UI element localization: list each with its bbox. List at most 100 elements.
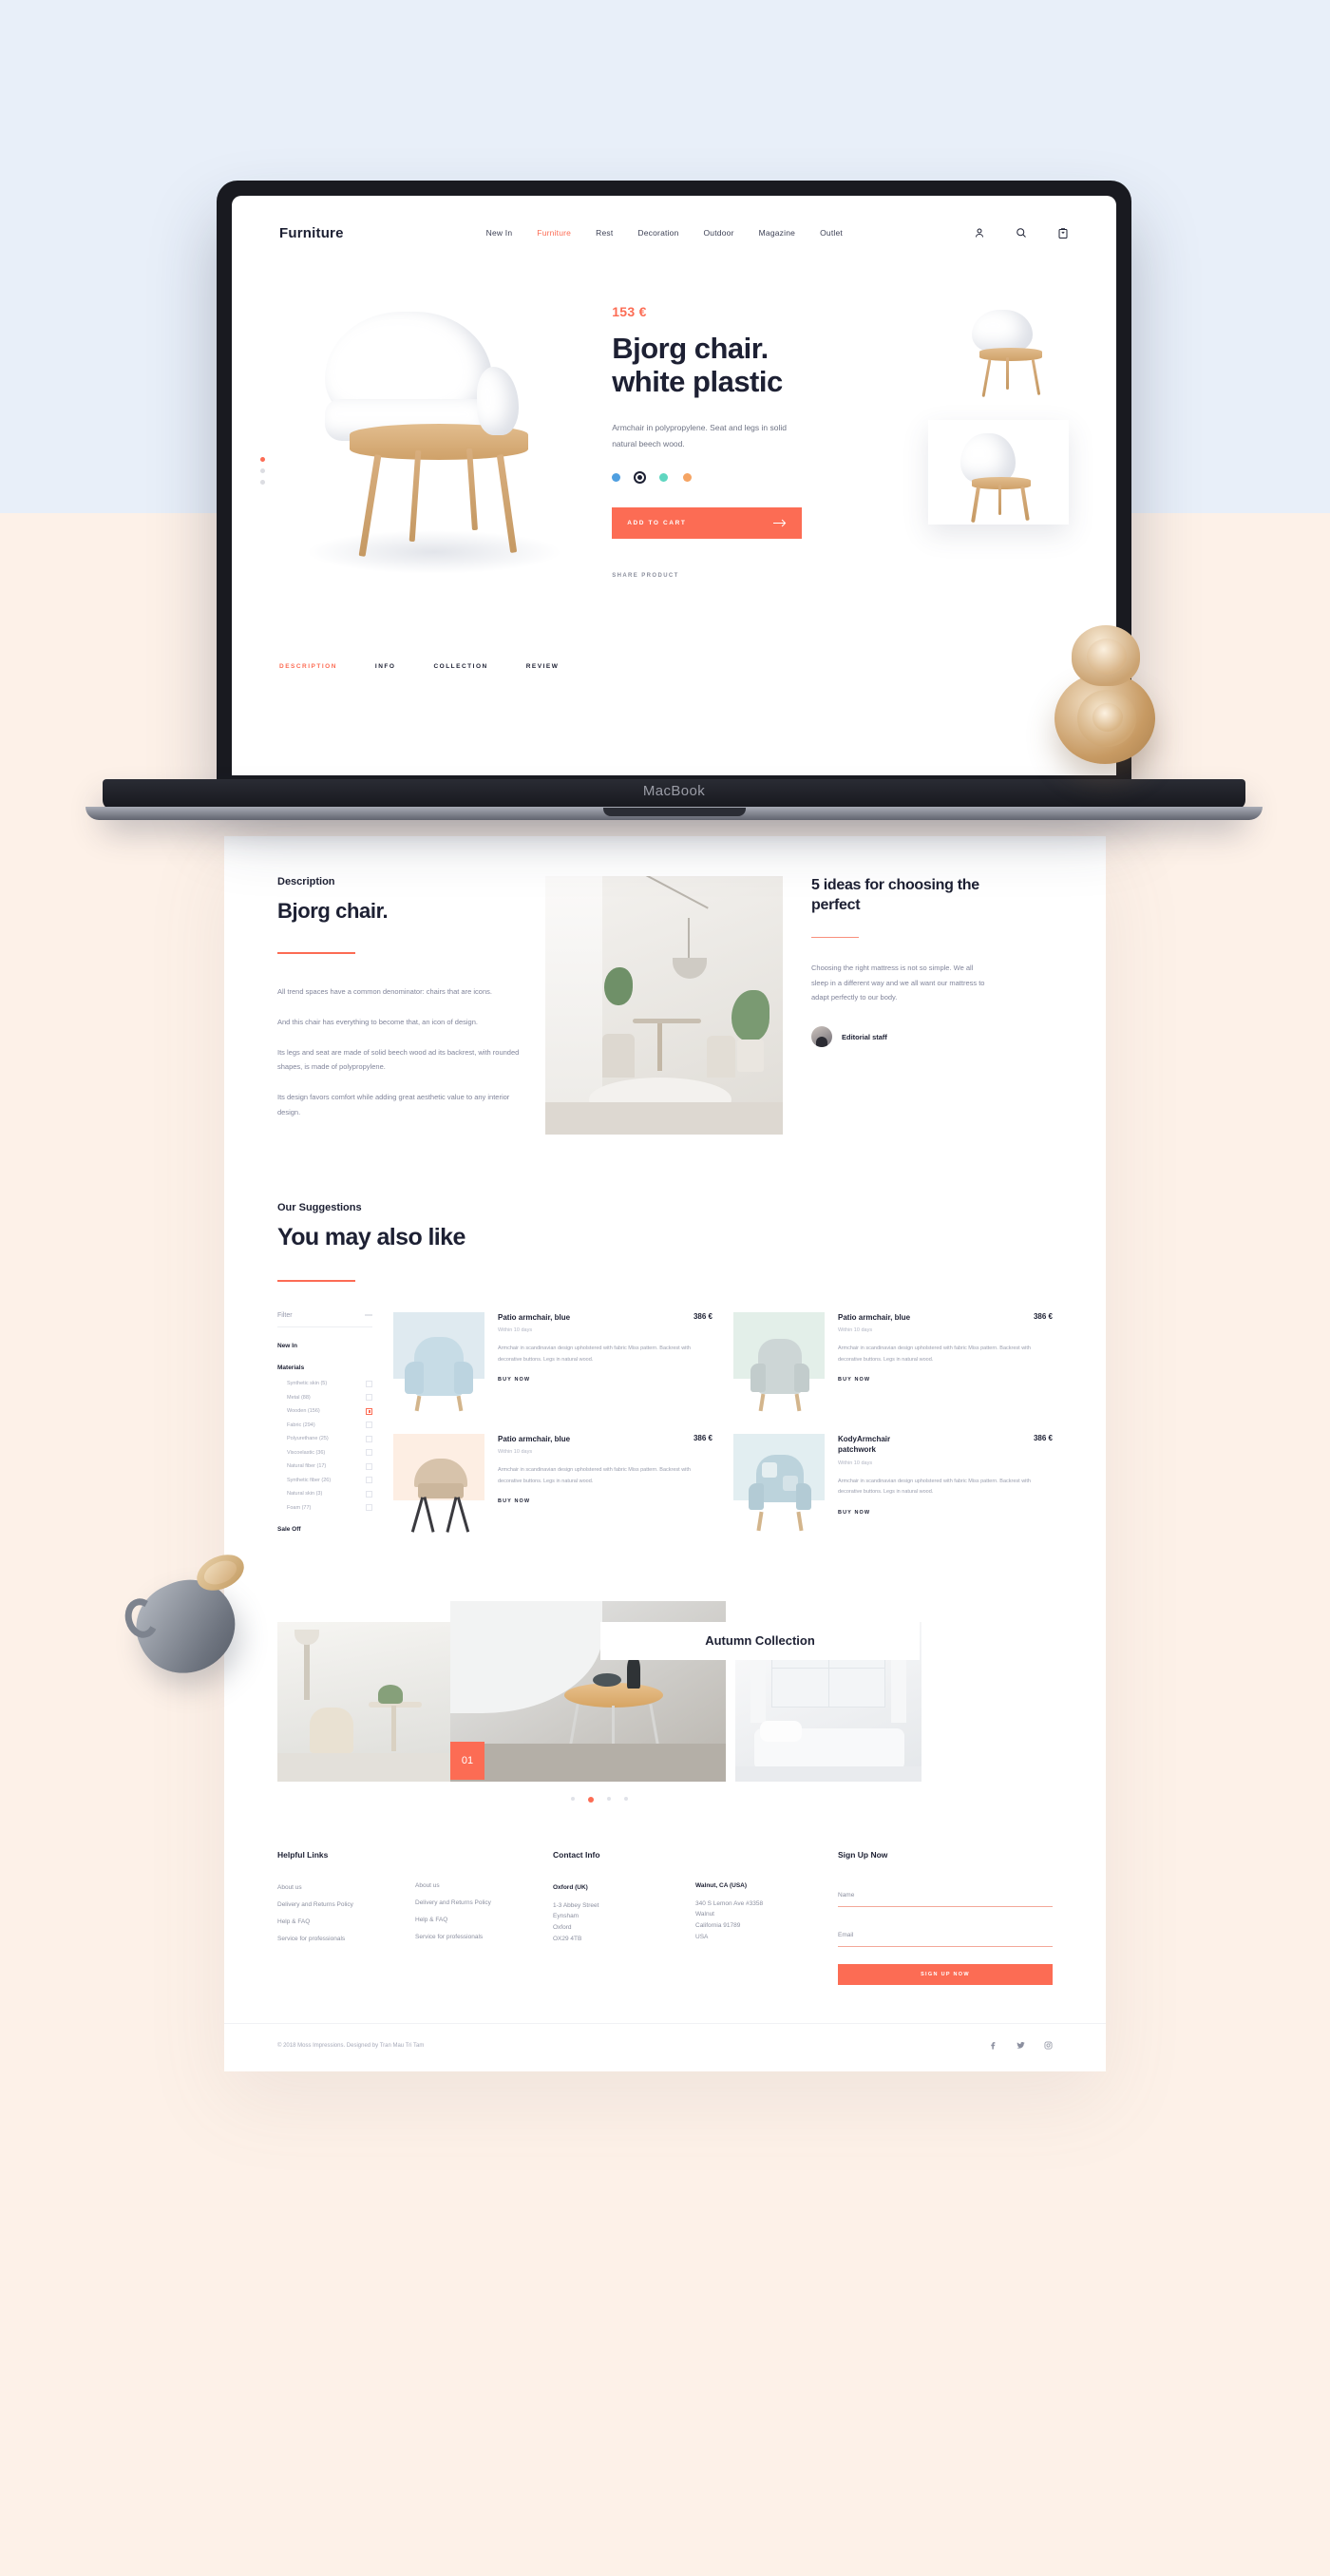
footer-link[interactable]: Delivery and Returns Policy	[415, 1899, 553, 1906]
address-city: Oxford (UK)	[553, 1883, 588, 1891]
add-to-cart-button[interactable]: ADD TO CART	[612, 506, 803, 539]
footer-contact-title: Contact Info	[553, 1849, 600, 1860]
collection-carousel: Autumn Collection 01	[277, 1600, 1053, 1803]
ceramic-jug-object	[120, 1547, 264, 1689]
product-card[interactable]: Patio armchair, blue 386 € Within 10 day…	[393, 1433, 712, 1538]
product-card-name: Patio armchair, blue	[838, 1312, 911, 1322]
tab-description[interactable]: DESCRIPTION	[279, 663, 337, 670]
hero-dot-3[interactable]	[260, 480, 265, 485]
instagram-icon[interactable]	[1044, 2037, 1053, 2054]
buy-now-button[interactable]: BUY NOW	[838, 1510, 1053, 1516]
footer-link[interactable]: Delivery and Returns Policy	[277, 1901, 415, 1908]
nav-link-outdoor[interactable]: Outdoor	[704, 228, 734, 238]
checkbox[interactable]	[366, 1490, 372, 1498]
carousel-dot-3[interactable]	[607, 1796, 611, 1801]
filter-label: Wooden (156)	[287, 1408, 320, 1414]
checkbox[interactable]	[366, 1380, 372, 1387]
product-card-price: 386 €	[1033, 1433, 1053, 1442]
email-field[interactable]: Email	[838, 1924, 1053, 1947]
twitter-icon[interactable]	[1016, 2037, 1025, 2054]
macbook-mockup: Furniture New In Furniture Rest Decorati…	[86, 181, 1263, 820]
footer-link[interactable]: Service for professionals	[277, 1936, 415, 1942]
footer-signup-section: Sign Up Now Name Email SIGN UP NOW	[838, 1850, 1053, 1985]
hero-slider-dots[interactable]	[260, 450, 265, 491]
checkbox[interactable]	[366, 1435, 372, 1442]
nav-link-outlet[interactable]: Outlet	[820, 228, 843, 238]
product-card-grid: Patio armchair, blue 386 € Within 10 day…	[393, 1311, 1053, 1538]
address-line: 1-3 Abbey Street	[553, 1901, 599, 1909]
carousel-dot-4[interactable]	[624, 1796, 628, 1801]
footer-link[interactable]: About us	[277, 1884, 415, 1891]
footer-link[interactable]: Help & FAQ	[277, 1918, 415, 1925]
site-logo[interactable]: Furniture	[279, 225, 344, 241]
filter-materials-list: Synthetic skin (5) Metal (88) Wooden (15…	[277, 1380, 372, 1511]
description-paragraph-1: All trend spaces have a common denominat…	[277, 987, 492, 996]
checkbox[interactable]	[366, 1504, 372, 1511]
checkbox[interactable]	[366, 1394, 372, 1401]
filter-row: Synthetic fiber (26)	[277, 1477, 372, 1483]
filter-row: Wooden (156)	[277, 1407, 372, 1415]
nav-link-magazine[interactable]: Magazine	[759, 228, 795, 238]
footer-link[interactable]: Help & FAQ	[415, 1917, 553, 1923]
product-card[interactable]: KodyArmchair patchwork 386 € Within 10 d…	[733, 1433, 1053, 1538]
thumbnail-1[interactable]	[927, 295, 1069, 399]
product-card-name: Patio armchair, blue	[498, 1312, 571, 1322]
buy-now-button[interactable]: BUY NOW	[498, 1498, 712, 1504]
facebook-icon[interactable]	[989, 2037, 998, 2054]
checkbox-checked[interactable]	[366, 1407, 372, 1415]
product-tabs: DESCRIPTION INFO COLLECTION REVIEW	[232, 663, 1116, 670]
buy-now-button[interactable]: BUY NOW	[498, 1377, 712, 1383]
user-icon[interactable]	[974, 227, 985, 239]
footer-links-section: Helpful Links About us Delivery and Retu…	[277, 1850, 553, 1985]
signup-button[interactable]: SIGN UP NOW	[838, 1963, 1053, 1985]
product-card[interactable]: Patio armchair, blue 386 € Within 10 day…	[733, 1311, 1053, 1417]
footer-contact-section: Contact Info Oxford (UK) 1-3 Abbey Stree…	[553, 1850, 838, 1985]
footer-links-col2: About us Delivery and Returns Policy Hel…	[415, 1850, 553, 1985]
filter-group-new-in[interactable]: New In	[277, 1343, 372, 1349]
product-card-price: 386 €	[1033, 1311, 1053, 1321]
filter-group-materials[interactable]: Materials	[277, 1364, 372, 1371]
share-product-label[interactable]: SHARE PRODUCT	[612, 573, 894, 579]
checkbox[interactable]	[366, 1462, 372, 1470]
description-paragraph-3: Its legs and seat are made of solid beec…	[277, 1047, 520, 1072]
collection-photo-left[interactable]	[277, 1621, 464, 1782]
swatch-teal[interactable]	[659, 472, 669, 482]
name-label: Name	[838, 1891, 855, 1899]
product-card-desc: Armchair in scandinavian design upholste…	[838, 1345, 1031, 1363]
filter-row: Synthetic skin (5)	[277, 1380, 372, 1387]
tab-info[interactable]: INFO	[375, 663, 396, 670]
name-field[interactable]: Name	[838, 1884, 1053, 1907]
nav-link-rest[interactable]: Rest	[596, 228, 613, 238]
swatch-black-selected[interactable]	[636, 472, 645, 482]
footer-link[interactable]: About us	[415, 1882, 553, 1889]
checkbox[interactable]	[366, 1422, 372, 1428]
checkbox[interactable]	[366, 1477, 372, 1483]
buy-now-button[interactable]: BUY NOW	[838, 1377, 1053, 1383]
nav-link-furniture[interactable]: Furniture	[537, 228, 571, 238]
macbook-label: MacBook	[642, 783, 706, 799]
tab-review[interactable]: REVIEW	[526, 663, 560, 670]
tab-collection[interactable]: COLLECTION	[433, 663, 487, 670]
carousel-dot-2-active[interactable]	[588, 1796, 594, 1803]
filter-row: Fabric (294)	[277, 1422, 372, 1428]
product-card[interactable]: Patio armchair, blue 386 € Within 10 day…	[393, 1311, 712, 1417]
swatch-orange[interactable]	[683, 472, 693, 482]
filter-header[interactable]: Filter	[277, 1312, 372, 1327]
checkbox[interactable]	[366, 1449, 372, 1456]
filter-group-sale-off[interactable]: Sale Off	[277, 1526, 372, 1533]
minus-icon[interactable]	[365, 1314, 372, 1316]
hero-dot-1[interactable]	[260, 457, 265, 462]
bag-icon[interactable]	[1057, 227, 1069, 239]
hero-dot-2[interactable]	[260, 468, 265, 473]
product-card-top: Patio armchair, blue 386 €	[838, 1312, 1053, 1324]
nav-link-decoration[interactable]: Decoration	[637, 228, 678, 238]
product-card-eta: Within 10 days	[838, 1327, 873, 1334]
suggestions-rule	[277, 1279, 355, 1282]
footer-link[interactable]: Service for professionals	[415, 1934, 553, 1940]
nav-link-new-in[interactable]: New In	[486, 228, 513, 238]
thumbnail-2[interactable]	[927, 420, 1069, 525]
carousel-dot-1[interactable]	[571, 1796, 575, 1801]
search-icon[interactable]	[1016, 227, 1027, 239]
product-card-name: Patio armchair, blue	[498, 1434, 571, 1443]
swatch-blue[interactable]	[612, 472, 621, 482]
